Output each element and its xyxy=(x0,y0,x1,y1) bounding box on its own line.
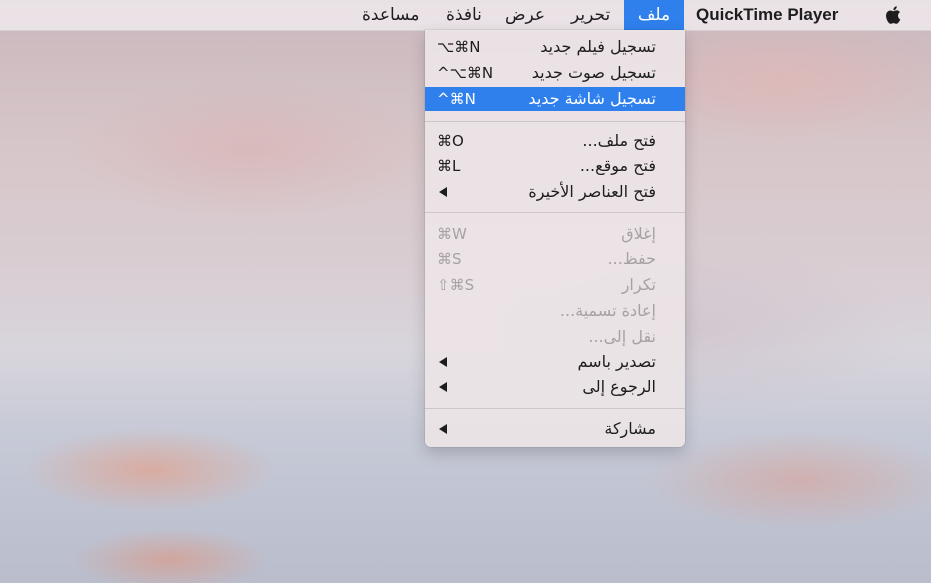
menu-item-revert-to[interactable]: الرجوع إلى xyxy=(425,375,685,399)
submenu-arrow-icon xyxy=(439,187,447,197)
menu-item-duplicate: تكرار ⇧⌘S xyxy=(425,273,685,297)
menubar-item-help[interactable]: مساعدة xyxy=(362,0,419,30)
menu-item-move-to: نقل إلى... xyxy=(425,325,685,349)
menu-item-label: الرجوع إلى xyxy=(582,377,656,396)
menu-separator xyxy=(425,408,685,409)
menu-item-label: فتح ملف... xyxy=(582,131,656,150)
menu-item-label: فتح موقع... xyxy=(579,156,656,175)
menu-item-shortcut: ⌘S xyxy=(437,250,462,268)
file-menu-dropdown: تسجيل فيلم جديد ⌥⌘N تسجيل صوت جديد ^⌥⌘N … xyxy=(425,30,685,447)
menu-item-shortcut: ⌘O xyxy=(437,132,464,150)
menu-item-label: فتح العناصر الأخيرة xyxy=(528,182,656,201)
menu-separator xyxy=(425,212,685,213)
menubar-item-view[interactable]: عرض xyxy=(505,0,545,30)
submenu-arrow-icon xyxy=(439,357,447,367)
menu-item-label: تسجيل شاشة جديد xyxy=(528,89,656,108)
submenu-arrow-icon xyxy=(439,424,447,434)
menu-item-new-screen-recording[interactable]: تسجيل شاشة جديد ^⌘N xyxy=(425,87,685,111)
menu-item-label: تصدير باسم xyxy=(577,352,656,371)
menu-item-label: حفظ... xyxy=(607,249,656,268)
menu-item-shortcut: ⌥⌘N xyxy=(437,38,481,56)
menu-item-open-recent[interactable]: فتح العناصر الأخيرة xyxy=(425,180,685,204)
menu-item-label: نقل إلى... xyxy=(588,327,656,346)
menu-item-shortcut: ⌘L xyxy=(437,157,461,175)
menubar-item-window[interactable]: نافذة xyxy=(446,0,482,30)
menubar-item-edit[interactable]: تحرير xyxy=(571,0,610,30)
submenu-arrow-icon xyxy=(439,382,447,392)
menu-bar: QuickTime Player ملف تحرير عرض نافذة مسا… xyxy=(0,0,931,31)
menu-item-share[interactable]: مشاركة xyxy=(425,417,685,441)
menu-item-shortcut: ⌘W xyxy=(437,225,467,243)
menu-item-open-location[interactable]: فتح موقع... ⌘L xyxy=(425,154,685,178)
menu-item-new-audio-recording[interactable]: تسجيل صوت جديد ^⌥⌘N xyxy=(425,61,685,85)
menu-item-open-file[interactable]: فتح ملف... ⌘O xyxy=(425,129,685,153)
menu-item-label: إغلاق xyxy=(621,224,656,243)
menu-item-shortcut: ^⌥⌘N xyxy=(437,64,494,82)
menu-item-rename: إعادة تسمية... xyxy=(425,299,685,323)
menu-item-label: تكرار xyxy=(621,275,656,294)
menu-item-export-as[interactable]: تصدير باسم xyxy=(425,350,685,374)
menu-separator xyxy=(425,121,685,122)
menu-item-close: إغلاق ⌘W xyxy=(425,222,685,246)
menu-item-label: تسجيل صوت جديد xyxy=(531,63,656,82)
menu-item-shortcut: ^⌘N xyxy=(437,90,476,108)
menubar-item-file[interactable]: ملف xyxy=(624,0,684,30)
menubar-app-name[interactable]: QuickTime Player xyxy=(696,0,838,30)
menu-item-save: حفظ... ⌘S xyxy=(425,247,685,271)
menu-item-label: إعادة تسمية... xyxy=(559,301,656,320)
menu-item-shortcut: ⇧⌘S xyxy=(437,276,475,294)
menu-item-label: مشاركة xyxy=(604,419,656,438)
menu-item-label: تسجيل فيلم جديد xyxy=(540,37,656,56)
apple-logo-icon[interactable] xyxy=(883,4,905,26)
menu-item-new-movie-recording[interactable]: تسجيل فيلم جديد ⌥⌘N xyxy=(425,35,685,59)
